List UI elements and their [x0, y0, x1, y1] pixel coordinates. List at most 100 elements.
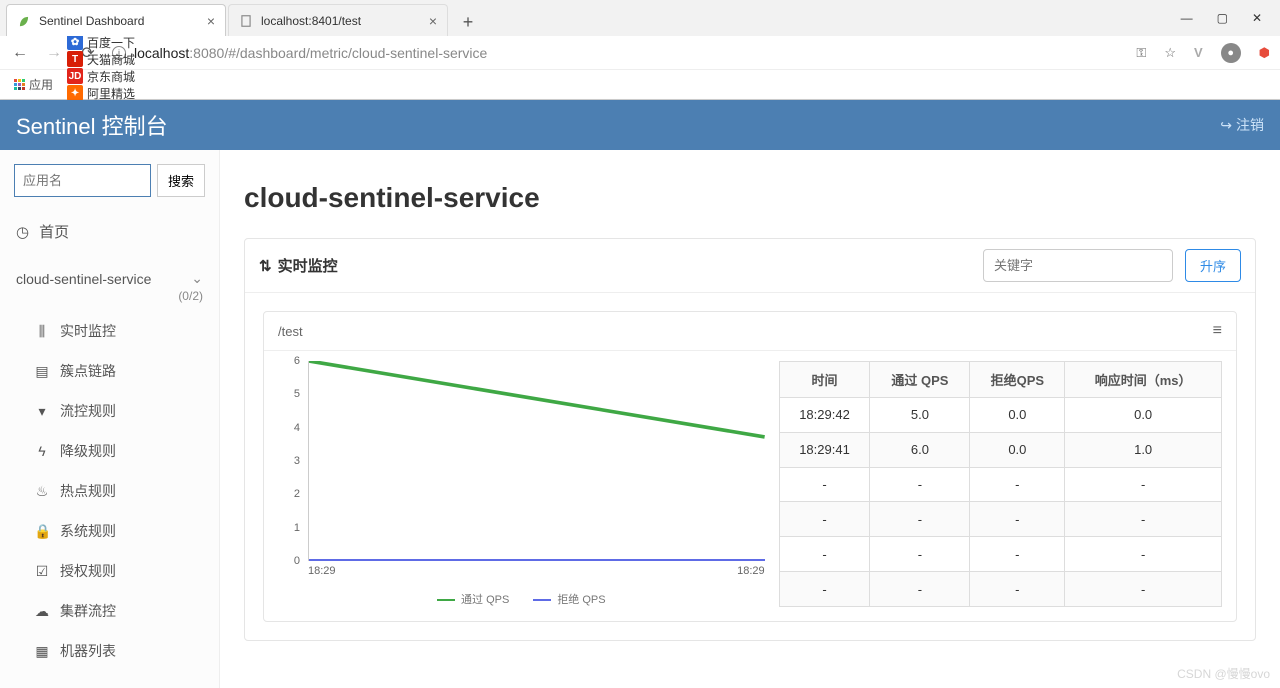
fire-icon: ♨ [34, 483, 50, 500]
table-row: 18:29:416.00.01.0 [779, 432, 1221, 467]
minimize-icon[interactable]: — [1181, 11, 1193, 25]
browser-chrome: Sentinel Dashboard × localhost:8401/test… [0, 0, 1280, 100]
search-input[interactable] [14, 164, 151, 197]
reject-line [309, 559, 765, 561]
lock-icon: 🔒 [34, 523, 50, 540]
sidebar-item-label: 降级规则 [60, 441, 116, 461]
tab-title: Sentinel Dashboard [39, 14, 144, 28]
sidebar-item-label: 机器列表 [60, 641, 116, 661]
url-path: /#/dashboard/metric/cloud-sentinel-servi… [224, 45, 487, 61]
bookmark-item[interactable]: JD京东商城 [67, 68, 135, 85]
table-row: 18:29:425.00.00.0 [779, 398, 1221, 433]
sidebar-item[interactable]: ▤ 簇点链路 [0, 351, 219, 391]
table-header: 通过 QPS [870, 362, 970, 398]
sidebar-item-label: 热点规则 [60, 481, 116, 501]
sidebar: 搜索 ◷ 首页 cloud-sentinel-service ⌄ (0/2) ⫼… [0, 150, 220, 688]
sidebar-item[interactable]: ϟ 降级规则 [0, 431, 219, 471]
bolt-icon: ϟ [34, 443, 50, 459]
tab-bar: Sentinel Dashboard × localhost:8401/test… [0, 0, 1280, 36]
close-window-icon[interactable]: ✕ [1252, 11, 1262, 25]
sidebar-item[interactable]: ☑ 授权规则 [0, 551, 219, 591]
table-header: 拒绝QPS [970, 362, 1065, 398]
bookmark-icon: JD [67, 68, 83, 84]
browser-tab-active[interactable]: Sentinel Dashboard × [6, 4, 226, 36]
bookmarks-bar: 应用 ✿百度一下 T天猫商城 JD京东商城 ✦阿里精选 特唯品会 淘淘宝特卖 [0, 69, 1280, 99]
bookmark-icon: ✦ [67, 85, 83, 101]
sidebar-item-label: 实时监控 [60, 321, 116, 341]
sidebar-item-label: 流控规则 [60, 401, 116, 421]
panel: ⇅ 实时监控 升序 /test ≡ [244, 238, 1256, 641]
sidebar-item[interactable]: ♨ 热点规则 [0, 471, 219, 511]
watermark: CSDN @慢慢ovo [1177, 665, 1270, 682]
table-row: ---- [779, 537, 1221, 572]
new-tab-button[interactable]: + [454, 8, 482, 36]
sidebar-item[interactable]: ⫼ 实时监控 [0, 311, 219, 351]
sidebar-item-label: 簇点链路 [60, 361, 116, 381]
chevron-down-icon: ⌄ [191, 270, 203, 287]
tab-title: localhost:8401/test [261, 14, 361, 28]
logout-icon: ↪ [1220, 117, 1232, 134]
sidebar-item[interactable]: 🔒 系统规则 [0, 511, 219, 551]
sidebar-item-label: 系统规则 [60, 521, 116, 541]
profile-icon[interactable]: ● [1221, 43, 1241, 63]
close-icon[interactable]: × [421, 13, 437, 29]
sidebar-item[interactable]: ☁ 集群流控 [0, 591, 219, 631]
bookmark-icon: ✿ [67, 34, 83, 50]
filter-icon: ▾ [34, 403, 50, 420]
page-icon [239, 14, 253, 28]
sidebar-item-label: 集群流控 [60, 601, 116, 621]
bookmark-item[interactable]: T天猫商城 [67, 51, 135, 68]
grid-icon [14, 79, 25, 90]
sort-button[interactable]: 升序 [1185, 249, 1241, 282]
app: Sentinel 控制台 ↪ 注销 搜索 ◷ 首页 cloud-sentinel… [0, 100, 1280, 688]
metric-card: /test ≡ 6543210 [263, 311, 1237, 622]
sidebar-section[interactable]: cloud-sentinel-service ⌄ [0, 256, 219, 287]
metric-table: 时间通过 QPS拒绝QPS响应时间（ms） 18:29:425.00.00.01… [779, 361, 1222, 607]
star-icon[interactable]: ☆ [1164, 45, 1176, 61]
search-button[interactable]: 搜索 [157, 164, 205, 197]
leaf-icon [17, 14, 31, 28]
close-icon[interactable]: × [199, 13, 215, 29]
table-row: ---- [779, 572, 1221, 607]
panel-title: 实时监控 [278, 255, 338, 276]
sidebar-item[interactable]: ▾ 流控规则 [0, 391, 219, 431]
chart: 6543210 18:29 18:29 [278, 361, 765, 607]
v-icon[interactable]: V [1194, 45, 1203, 60]
chart-plot [308, 361, 765, 561]
url-port: :8080 [189, 45, 224, 61]
page-title: cloud-sentinel-service [244, 182, 1256, 214]
bookmark-icon: T [67, 51, 83, 67]
browser-tab[interactable]: localhost:8401/test × [228, 4, 448, 36]
apps-button[interactable]: 应用 [14, 76, 53, 93]
table-row: ---- [779, 502, 1221, 537]
menu-icon[interactable]: ≡ [1213, 322, 1222, 340]
table-row: ---- [779, 467, 1221, 502]
logout-button[interactable]: ↪ 注销 [1220, 115, 1264, 135]
resource-name: /test [278, 324, 303, 339]
bookmark-item[interactable]: ✿百度一下 [67, 34, 135, 51]
bookmark-item[interactable]: ✦阿里精选 [67, 85, 135, 102]
key-icon[interactable]: ⚿ [1136, 45, 1146, 61]
sort-icon: ⇅ [259, 257, 272, 275]
app-header: Sentinel 控制台 ↪ 注销 [0, 100, 1280, 150]
cloud-icon: ☁ [34, 603, 50, 620]
url-host: localhost [134, 45, 189, 61]
forward-icon[interactable]: → [44, 44, 64, 62]
dashboard-icon: ◷ [16, 223, 29, 241]
back-icon[interactable]: ← [10, 44, 30, 62]
app-title: Sentinel 控制台 [16, 109, 168, 141]
table-header: 时间 [779, 362, 870, 398]
url-field[interactable]: i localhost:8080/#/dashboard/metric/clou… [112, 45, 1122, 61]
sidebar-item[interactable]: ▦机器列表 [0, 631, 219, 671]
table-header: 响应时间（ms） [1065, 362, 1222, 398]
list-icon: ▤ [34, 363, 50, 380]
sidebar-count: (0/2) [0, 287, 219, 311]
maximize-icon[interactable]: ▢ [1217, 11, 1228, 25]
check-icon: ☑ [34, 563, 50, 580]
content: cloud-sentinel-service ⇅ 实时监控 升序 /test [220, 150, 1280, 688]
sidebar-home[interactable]: ◷ 首页 [0, 207, 219, 256]
shield-icon[interactable]: ⬢ [1259, 45, 1270, 61]
keyword-input[interactable] [983, 249, 1173, 282]
sidebar-item-label: 授权规则 [60, 561, 116, 581]
bars-icon: ⫼ [34, 323, 50, 340]
